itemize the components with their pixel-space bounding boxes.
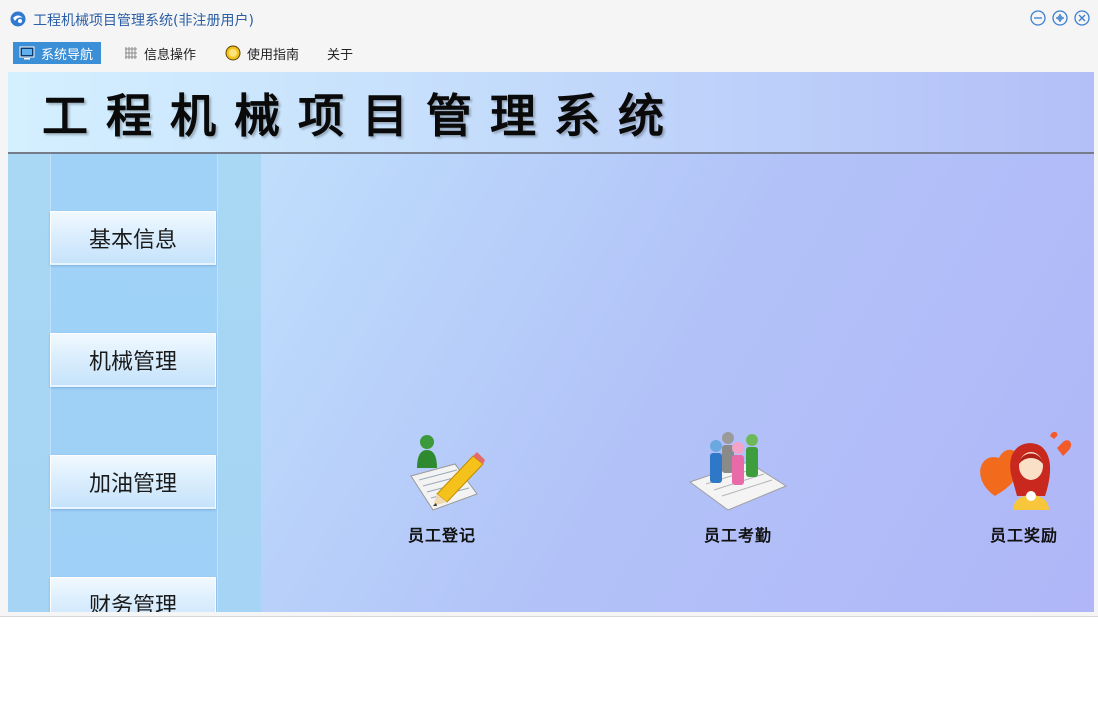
sidebar-item-machinery[interactable]: 机械管理 <box>50 333 216 387</box>
tile-label: 员工考勤 <box>703 526 772 545</box>
window-title: 工程机械项目管理系统(非注册用户) <box>33 13 254 29</box>
title-bar: 工程机械项目管理系统(非注册用户) <box>0 0 1098 38</box>
tile-label: 员工登记 <box>407 526 476 545</box>
menu-bar: 系统导航 信息操作 使用指南 关于 <box>0 40 1098 68</box>
sidebar-item-label: 基本信息 <box>88 227 177 253</box>
app-logo-icon <box>9 10 27 28</box>
tile-label: 员工奖励 <box>989 526 1058 545</box>
sidebar-item-label: 财务管理 <box>88 593 177 613</box>
sidebar-item-label: 机械管理 <box>88 349 177 375</box>
employee-attendance-icon <box>678 420 798 516</box>
tile-employee-attendance[interactable]: 员工考勤 <box>678 420 798 546</box>
maximize-icon[interactable] <box>1051 9 1069 27</box>
menu-label: 关于 <box>327 47 354 63</box>
close-icon[interactable] <box>1073 9 1091 27</box>
tile-employee-reward[interactable]: 员工奖励 <box>964 420 1084 546</box>
app-window: 工程机械项目管理系统(非注册用户) 系统导航 信息操作 使用指南 关于 工程机械… <box>0 0 1098 617</box>
menu-user-guide[interactable]: 使用指南 <box>225 42 299 64</box>
tile-employee-register[interactable]: 员工登记 <box>382 420 502 546</box>
sidebar-item-finance[interactable]: 财务管理 <box>50 577 216 612</box>
sidebar-item-label: 加油管理 <box>88 471 177 497</box>
monitor-icon <box>19 46 35 60</box>
help-icon <box>225 45 241 61</box>
menu-label: 使用指南 <box>247 47 300 63</box>
menu-system-nav[interactable]: 系统导航 <box>13 42 102 64</box>
menu-label: 信息操作 <box>144 47 197 63</box>
employee-reward-icon <box>964 420 1084 516</box>
menu-info-ops[interactable]: 信息操作 <box>124 42 196 64</box>
sidebar-item-basic-info[interactable]: 基本信息 <box>50 211 216 265</box>
banner: 工程机械项目管理系统 <box>8 72 1094 154</box>
menu-label: 系统导航 <box>41 47 94 63</box>
sidebar-item-fuel[interactable]: 加油管理 <box>50 455 216 509</box>
sidebar: 基本信息 机械管理 加油管理 财务管理 <box>8 154 261 612</box>
minimize-icon[interactable] <box>1029 9 1047 27</box>
menu-about[interactable]: 关于 <box>327 42 353 64</box>
grid-icon <box>124 46 138 60</box>
main-content: 工程机械项目管理系统 基本信息 机械管理 加油管理 财务管理 员工登记 员工考勤… <box>8 72 1094 612</box>
banner-title: 工程机械项目管理系统 <box>42 89 682 143</box>
employee-register-icon <box>382 420 502 516</box>
